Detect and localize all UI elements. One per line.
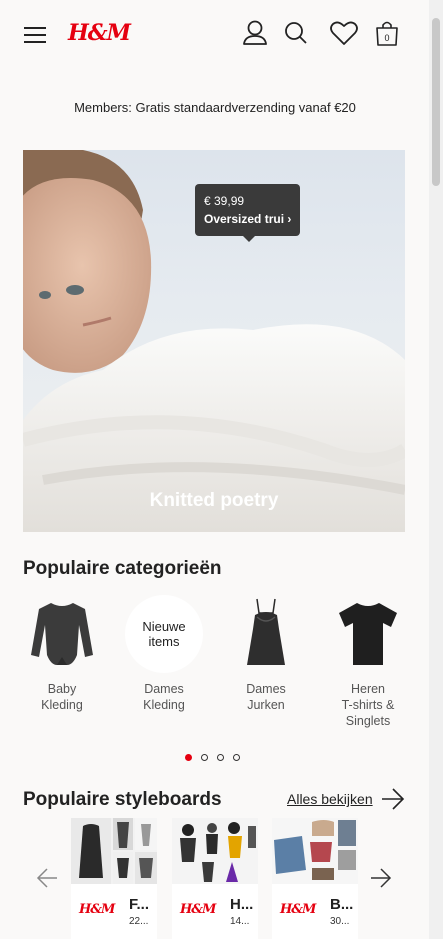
- category-item-dames-kleding[interactable]: Nieuwe items Dames Kleding: [119, 595, 209, 713]
- tshirt-image: [339, 603, 397, 665]
- category-item-dames-jurken[interactable]: Dames Jurken: [221, 595, 311, 713]
- heart-icon[interactable]: [329, 18, 359, 48]
- category-label-line: Kleding: [41, 698, 83, 712]
- bubble-line: items: [148, 634, 180, 649]
- category-label-line: Singlets: [345, 714, 391, 728]
- carousel-dots: [185, 748, 249, 766]
- styleboard-title: B...: [330, 896, 354, 913]
- bubble-line: Nieuwe: [142, 619, 186, 634]
- styleboard-count: 14...: [230, 916, 250, 927]
- product-tooltip[interactable]: € 39,99 Oversized trui ›: [195, 184, 301, 242]
- category-item-baby[interactable]: Baby Kleding: [17, 595, 107, 713]
- arrow-right-icon[interactable]: [381, 788, 405, 810]
- styleboard-collage: [272, 818, 358, 884]
- header: H&M 0: [0, 0, 430, 70]
- brand-logo[interactable]: H&M: [68, 20, 131, 46]
- carousel-dot[interactable]: [217, 754, 224, 761]
- category-label-line: T-shirts &: [341, 698, 395, 712]
- category-label-line: Heren: [350, 682, 386, 696]
- new-items-bubble: Nieuwe items: [125, 595, 203, 673]
- styleboard-collage: [172, 818, 258, 884]
- menu-icon[interactable]: [24, 27, 46, 43]
- styleboards-title: Populaire styleboards: [23, 789, 222, 810]
- category-label-line: Dames: [144, 682, 184, 696]
- carousel-dot[interactable]: [185, 754, 192, 761]
- hero-title: Knitted poetry: [149, 490, 279, 511]
- category-label-line: Baby: [47, 682, 77, 696]
- styleboard-title: H...: [230, 896, 254, 913]
- styleboard-logo: H&M: [280, 902, 316, 917]
- styleboard-logo: H&M: [180, 902, 216, 917]
- promo-banner[interactable]: Members: Gratis standaardverzending vana…: [0, 100, 430, 115]
- baby-bodysuit-image: [31, 603, 93, 665]
- styleboard-collage: [71, 818, 157, 884]
- category-label-line: Jurken: [247, 698, 285, 712]
- scroll-track[interactable]: [429, 0, 443, 939]
- dress-image: [247, 598, 285, 665]
- category-label-line: Kleding: [143, 698, 185, 712]
- styleboard-count: 30...: [330, 916, 350, 927]
- shopping-bag-icon[interactable]: 0: [373, 18, 401, 48]
- styleboard-card[interactable]: H&M H... 14...: [172, 818, 258, 939]
- view-all-link[interactable]: Alles bekijken: [287, 791, 373, 807]
- carousel-dot[interactable]: [233, 754, 240, 761]
- category-label-line: Dames: [246, 682, 286, 696]
- categories-title: Populaire categorieën: [23, 558, 222, 579]
- carousel-dot[interactable]: [201, 754, 208, 761]
- styleboard-card[interactable]: H&M F... 22...: [71, 818, 157, 939]
- styleboard-logo: H&M: [79, 902, 115, 917]
- category-item-heren-tshirts[interactable]: Heren T-shirts & Singlets: [323, 595, 413, 729]
- tooltip-price: € 39,99: [204, 194, 245, 208]
- carousel-next-icon[interactable]: [370, 866, 392, 890]
- tooltip-product-link[interactable]: Oversized trui ›: [204, 210, 291, 228]
- cart-count: 0: [384, 33, 389, 43]
- scrollbar-thumb[interactable]: [432, 18, 440, 186]
- styleboard-count: 22...: [129, 916, 149, 927]
- account-icon[interactable]: [241, 18, 269, 48]
- search-icon[interactable]: [282, 18, 310, 48]
- styleboard-title: F...: [129, 896, 150, 913]
- styleboard-card[interactable]: H&M B... 30...: [272, 818, 358, 939]
- carousel-prev-icon[interactable]: [36, 866, 58, 890]
